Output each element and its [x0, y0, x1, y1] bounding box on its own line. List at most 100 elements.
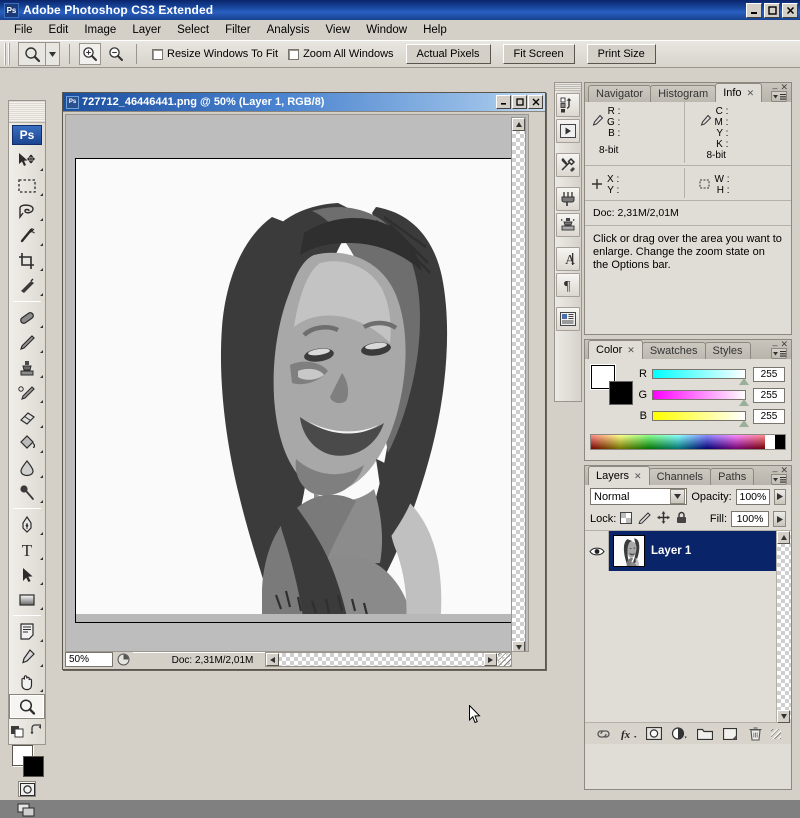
new-group-icon[interactable] — [696, 726, 714, 742]
magic-wand-tool[interactable] — [9, 223, 45, 248]
lasso-tool[interactable] — [9, 198, 45, 223]
minimize-button[interactable] — [746, 2, 762, 18]
canvas-horizontal-scrollbar[interactable] — [265, 652, 512, 667]
lock-position-icon[interactable] — [657, 511, 670, 527]
red-slider-track[interactable] — [652, 369, 749, 385]
tool-flyout-indicator[interactable] — [37, 475, 43, 478]
layer-thumbnail[interactable] — [613, 535, 645, 567]
swap-colors-icon[interactable] — [28, 723, 45, 739]
move-tool[interactable] — [9, 148, 45, 173]
crop-tool[interactable] — [9, 248, 45, 273]
document-close-button[interactable] — [528, 95, 543, 109]
spectrum-black-swatch[interactable] — [775, 435, 785, 449]
document-maximize-button[interactable] — [512, 95, 527, 109]
link-layers-icon[interactable] — [595, 726, 613, 742]
spectrum-white-swatch[interactable] — [765, 435, 775, 449]
chevron-down-icon[interactable] — [670, 489, 686, 504]
history-brush-tool[interactable] — [9, 380, 45, 405]
options-bar-grip[interactable] — [4, 43, 12, 65]
canvas-area[interactable] — [65, 114, 529, 652]
adjustment-layer-icon[interactable] — [670, 726, 688, 742]
lock-image-pixels-icon[interactable] — [638, 511, 652, 527]
horizontal-type-tool[interactable]: T — [9, 537, 45, 562]
clone-stamp-tool[interactable] — [9, 355, 45, 380]
dock-drag-handle[interactable] — [555, 83, 581, 91]
background-color-swatch[interactable] — [609, 381, 633, 405]
document-title-bar[interactable]: Ps 727712_46446441.png @ 50% (Layer 1, R… — [63, 93, 545, 111]
tool-flyout-indicator[interactable] — [37, 268, 43, 271]
tab-histogram[interactable]: Histogram — [650, 85, 717, 102]
close-button[interactable] — [782, 2, 798, 18]
close-icon[interactable]: ✕ — [634, 471, 642, 482]
hand-tool[interactable] — [9, 669, 45, 694]
menu-help[interactable]: Help — [415, 22, 455, 38]
image-canvas[interactable] — [75, 158, 515, 623]
paint-bucket-tool[interactable] — [9, 430, 45, 455]
new-layer-icon[interactable] — [721, 726, 739, 742]
tool-flyout-indicator[interactable] — [37, 607, 43, 610]
tab-color[interactable]: Color ✕ — [588, 340, 643, 359]
color-panel-swatches[interactable] — [591, 365, 633, 405]
blur-tool[interactable] — [9, 455, 45, 480]
history-panel-icon[interactable] — [556, 93, 580, 117]
rectangle-shape-tool[interactable] — [9, 587, 45, 612]
tool-flyout-indicator[interactable] — [37, 639, 43, 642]
color-spectrum-ramp[interactable] — [590, 434, 786, 450]
close-icon[interactable]: ✕ — [747, 88, 755, 99]
delete-layer-icon[interactable] — [746, 726, 764, 742]
layer-comps-panel-icon[interactable] — [556, 307, 580, 331]
brushes-panel-icon[interactable] — [556, 187, 580, 211]
fill-stepper[interactable] — [773, 511, 786, 527]
menu-layer[interactable]: Layer — [124, 22, 169, 38]
zoom-in-button[interactable] — [79, 43, 101, 65]
blue-slider-track[interactable] — [652, 411, 749, 427]
paragraph-panel-icon[interactable]: ¶ — [556, 273, 580, 297]
notes-tool[interactable] — [9, 619, 45, 644]
blue-value-field[interactable]: 255 — [753, 408, 785, 424]
tool-flyout-indicator[interactable] — [37, 532, 43, 535]
tool-flyout-indicator[interactable] — [37, 218, 43, 221]
menu-window[interactable]: Window — [358, 22, 415, 38]
background-color-swatch[interactable] — [23, 756, 44, 777]
tab-channels[interactable]: Channels — [648, 468, 712, 485]
scroll-right-button[interactable] — [484, 653, 497, 666]
document-preview-icon[interactable] — [113, 652, 133, 667]
scroll-left-button[interactable] — [266, 653, 279, 666]
toolbox-drag-handle[interactable] — [9, 101, 45, 123]
actual-pixels-button[interactable]: Actual Pixels — [405, 44, 491, 64]
tab-paths[interactable]: Paths — [710, 468, 755, 485]
pen-tool[interactable] — [9, 512, 45, 537]
menu-analysis[interactable]: Analysis — [259, 22, 318, 38]
default-colors-icon[interactable] — [9, 723, 26, 739]
layers-scroll-up-button[interactable] — [777, 531, 790, 544]
green-value-field[interactable]: 255 — [753, 387, 785, 403]
document-minimize-button[interactable] — [496, 95, 511, 109]
tool-flyout-indicator[interactable] — [37, 425, 43, 428]
zoom-tool[interactable] — [9, 694, 45, 719]
tab-navigator[interactable]: Navigator — [588, 85, 652, 102]
opacity-field[interactable]: 100% — [735, 488, 771, 505]
menu-view[interactable]: View — [317, 22, 358, 38]
tool-flyout-indicator[interactable] — [37, 193, 43, 196]
layer-mask-icon[interactable] — [645, 726, 663, 742]
blend-mode-select[interactable]: Normal — [590, 488, 688, 505]
opacity-stepper[interactable] — [774, 488, 786, 505]
close-icon[interactable]: ✕ — [627, 345, 635, 356]
tool-flyout-indicator[interactable] — [37, 400, 43, 403]
menu-edit[interactable]: Edit — [41, 22, 77, 38]
eyedropper-tool[interactable] — [9, 644, 45, 669]
zoom-all-windows-checkbox[interactable] — [288, 48, 300, 60]
tool-flyout-indicator[interactable] — [37, 557, 43, 560]
panel-resize-grip[interactable] — [771, 728, 782, 739]
tool-flyout-indicator[interactable] — [37, 325, 43, 328]
brush-tool[interactable] — [9, 330, 45, 355]
tab-swatches[interactable]: Swatches — [641, 342, 706, 359]
tool-flyout-indicator[interactable] — [37, 582, 43, 585]
tab-info[interactable]: Info ✕ — [715, 83, 763, 102]
layers-vertical-scrollbar[interactable] — [776, 531, 791, 723]
quick-mask-mode-button[interactable] — [18, 781, 36, 797]
dodge-tool[interactable] — [9, 480, 45, 505]
resize-windows-to-fit-option[interactable]: Resize Windows To Fit — [152, 48, 278, 60]
green-slider-track[interactable] — [652, 390, 749, 406]
print-size-button[interactable]: Print Size — [586, 44, 656, 64]
